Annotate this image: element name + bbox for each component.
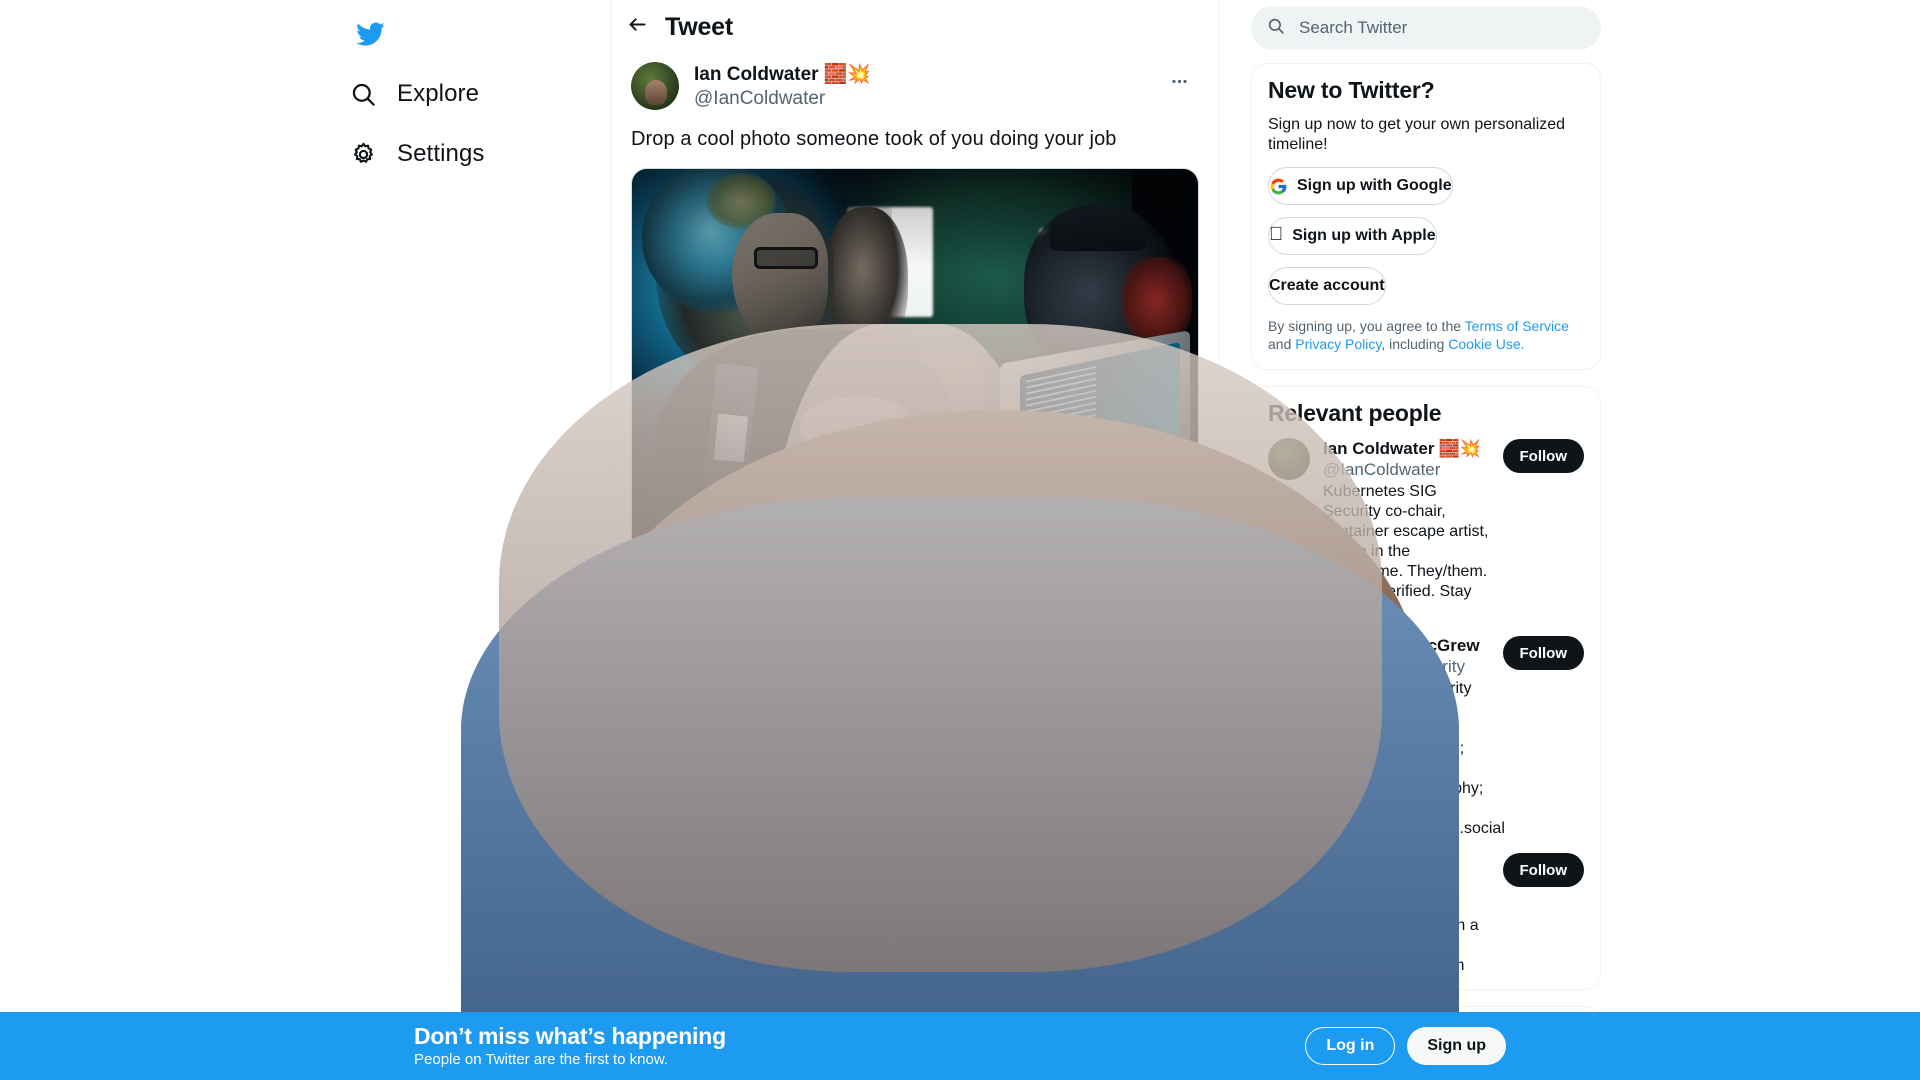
logo-row [334, 8, 584, 64]
avatar[interactable] [631, 62, 679, 110]
tweet-text: Drop a cool photo someone took of you do… [631, 128, 1117, 150]
signup-legal-text: By signing up, you agree to the Terms of… [1252, 317, 1600, 369]
terms-of-service-link[interactable]: Terms of Service [1465, 318, 1569, 334]
signup-button[interactable]: Sign up [1407, 1027, 1506, 1065]
apple-icon:  [1269, 225, 1283, 244]
signup-banner: Don’t miss what’s happening People on Tw… [0, 1012, 1920, 1080]
twitter-page: Explore Settings Tweet Ian Coldwater 🧱💥 … [0, 0, 1920, 1080]
sidebar-item-label: Explore [397, 80, 480, 107]
create-account-button[interactable]: Create account [1268, 267, 1386, 305]
banner-actions: Log in Sign up [1305, 1027, 1506, 1065]
signup-google-button[interactable]: Sign up with Google [1268, 167, 1453, 205]
signup-google-label: Sign up with Google [1297, 177, 1452, 194]
search-input[interactable] [1299, 18, 1585, 38]
column-header: Tweet [611, 0, 1219, 54]
banner-title: Don’t miss what’s happening [414, 1023, 726, 1049]
banner-subtitle: People on Twitter are the first to know. [414, 1051, 669, 1068]
relevant-people-card: Relevant people Ian Coldwater 🧱💥 @IanCol… [1251, 386, 1601, 990]
banner-text: Don’t miss what’s happening People on Tw… [414, 1022, 1305, 1070]
tweet-author-row: Ian Coldwater 🧱💥 @IanColdwater [631, 54, 1199, 111]
twitter-bird-icon [355, 19, 385, 54]
signup-card-subtitle: Sign up now to get your own personalized… [1268, 116, 1566, 153]
person-emoji: 🧱💥 [1438, 439, 1481, 458]
login-button[interactable]: Log in [1305, 1027, 1396, 1065]
legal-including: , including [1381, 336, 1449, 352]
tweet-author-handle[interactable]: @IanColdwater [694, 87, 1159, 111]
person-display-name: Ian Coldwater [1323, 439, 1435, 458]
signup-card: New to Twitter? Sign up now to get your … [1251, 63, 1601, 370]
author-display-name: Ian Coldwater [694, 64, 819, 85]
back-arrow-icon [627, 14, 648, 40]
signup-card-title: New to Twitter? [1268, 77, 1435, 103]
page-title: Tweet [665, 12, 733, 41]
search-icon [1267, 17, 1285, 40]
sidebar-item-settings[interactable]: Settings [334, 124, 499, 184]
signup-apple-button[interactable]:  Sign up with Apple [1268, 217, 1437, 255]
privacy-policy-link[interactable]: Privacy Policy [1295, 336, 1381, 352]
more-options-icon [1170, 72, 1189, 96]
search-icon [348, 79, 378, 109]
right-sidebar: New to Twitter? Sign up now to get your … [1220, 0, 1920, 1080]
search-bar[interactable] [1251, 6, 1601, 50]
follow-button[interactable]: Follow [1502, 439, 1584, 473]
twitter-logo-button[interactable] [346, 12, 394, 60]
back-button[interactable] [619, 9, 655, 45]
signup-apple-label: Sign up with Apple [1278, 227, 1435, 244]
cookie-use-link[interactable]: Cookie Use. [1448, 336, 1524, 352]
sidebar-item-explore[interactable]: Explore [334, 64, 493, 124]
legal-and: and [1268, 336, 1296, 352]
follow-button[interactable]: Follow [1502, 853, 1584, 887]
legal-prefix: By signing up, you agree to the [1268, 318, 1465, 334]
create-account-label: Create account [1269, 277, 1385, 294]
google-icon [1269, 177, 1288, 196]
sidebar-item-label: Settings [397, 140, 485, 167]
more-options-button[interactable] [1159, 64, 1199, 104]
person-name[interactable]: Ian Coldwater 🧱💥 [1323, 438, 1493, 459]
gear-icon [348, 139, 378, 169]
author-emoji: 🧱💥 [823, 64, 871, 85]
follow-button[interactable]: Follow [1502, 636, 1584, 670]
tweet-author-name[interactable]: Ian Coldwater 🧱💥 [694, 63, 1159, 87]
